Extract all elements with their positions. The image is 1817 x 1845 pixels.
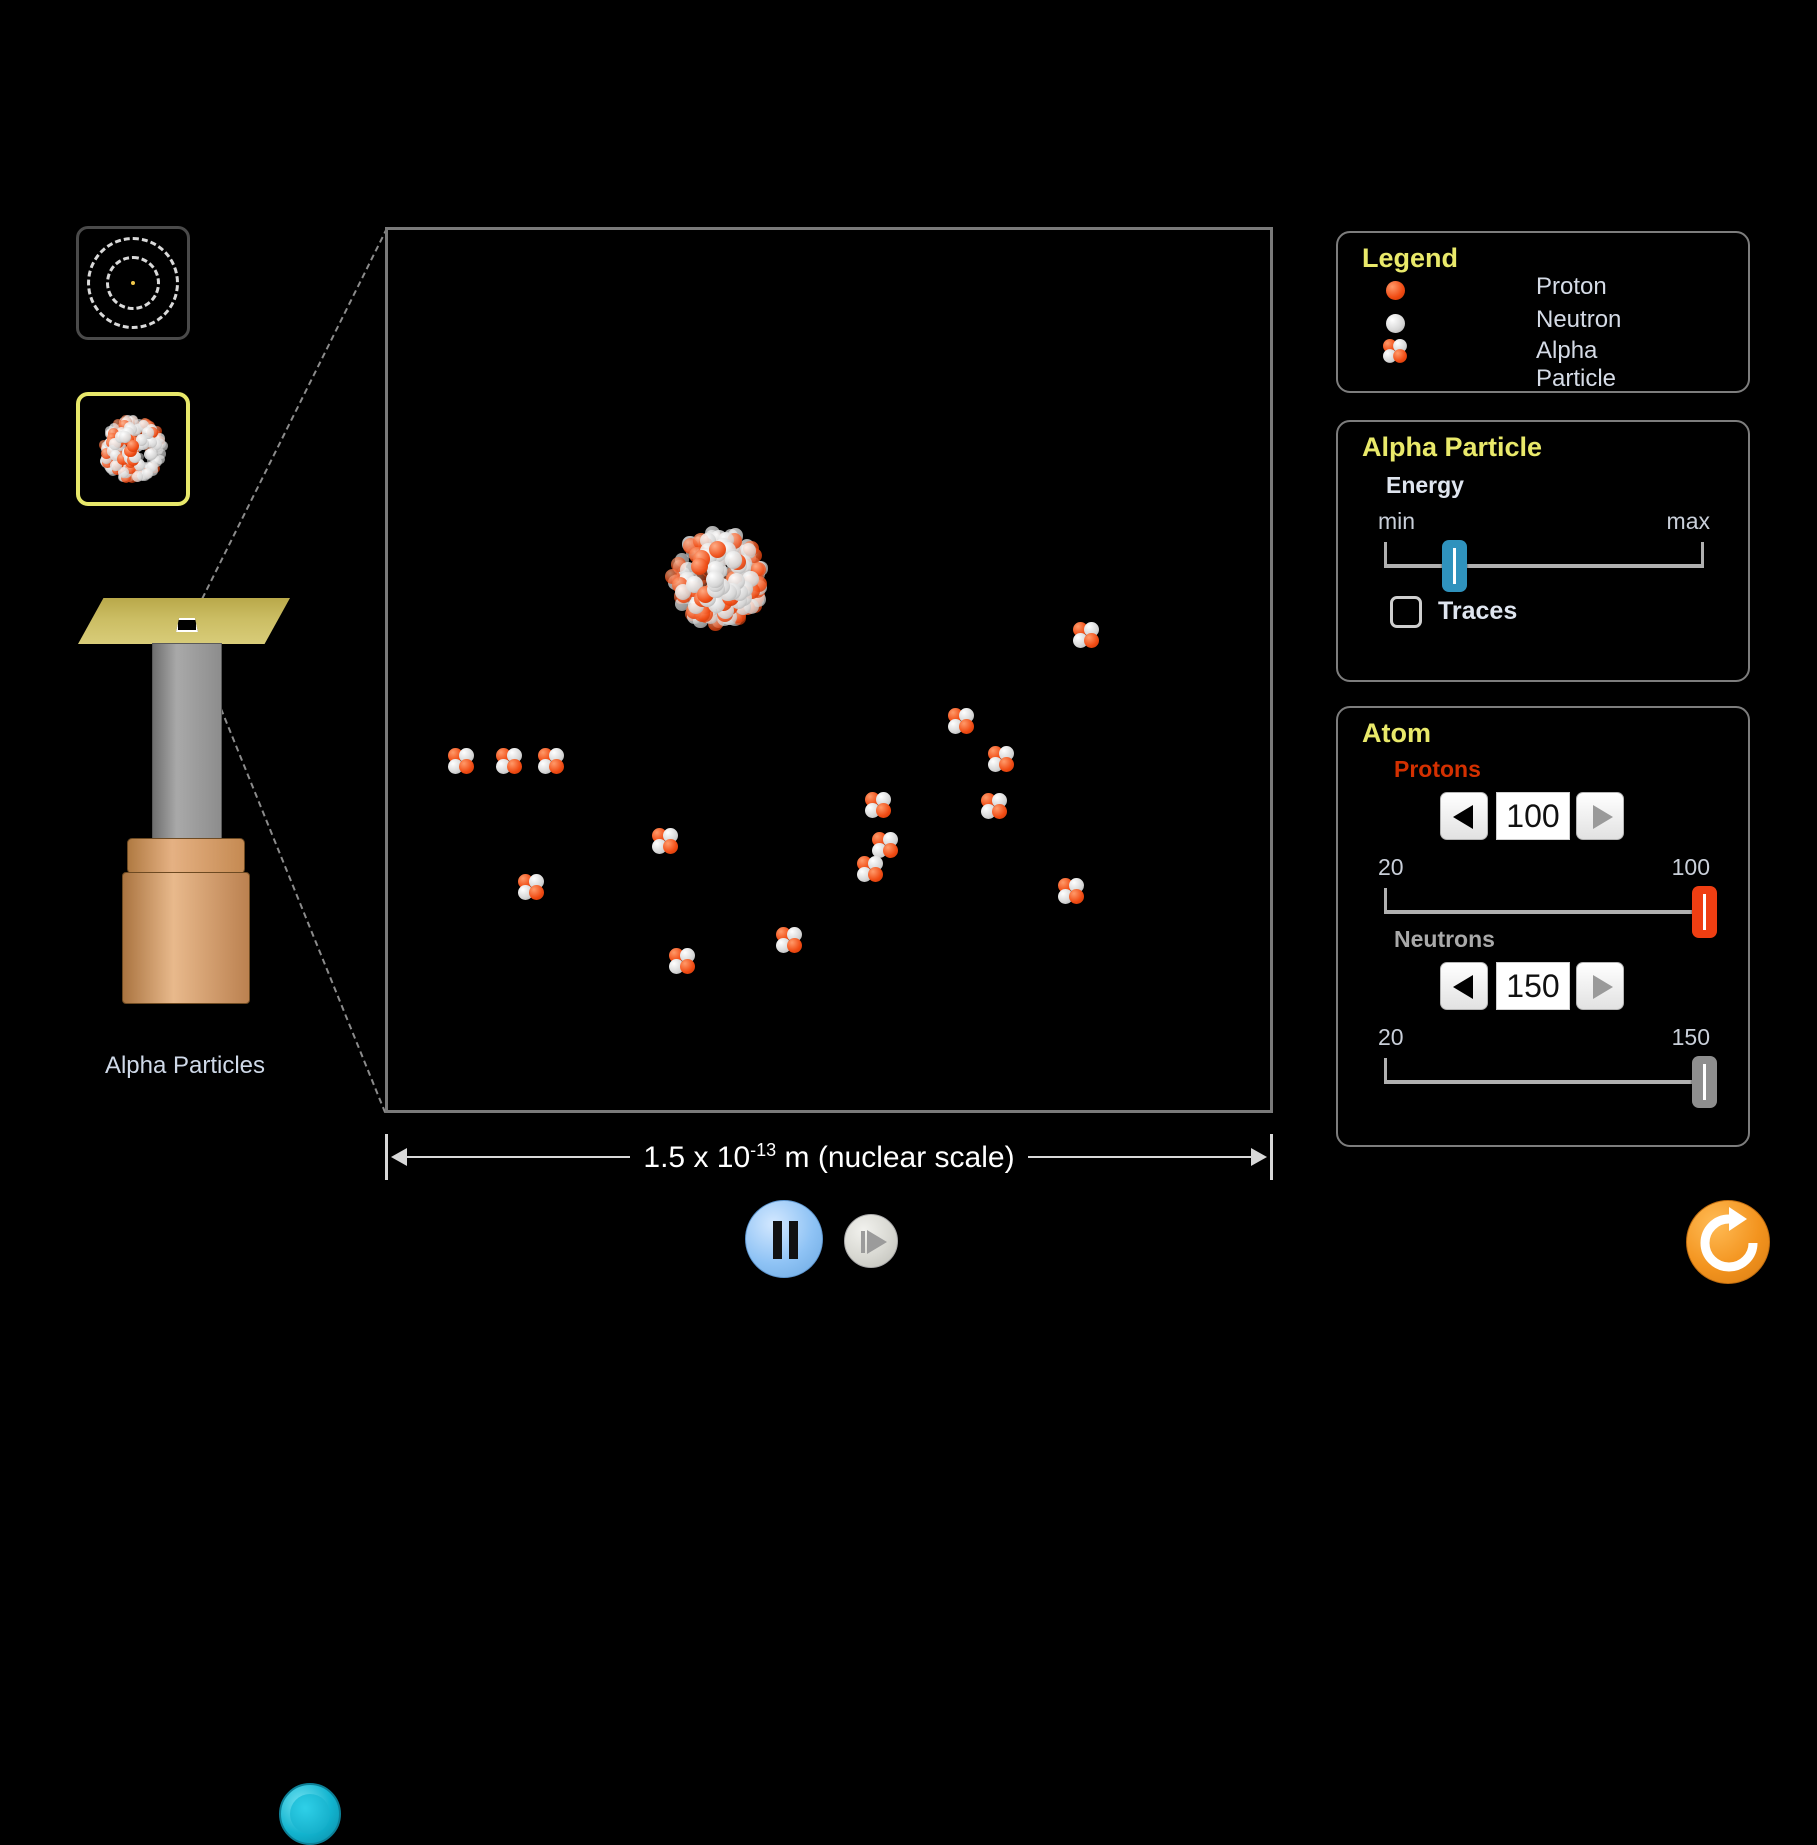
alpha-particle [988,746,1014,772]
scale-unit: m (nuclear scale) [776,1141,1015,1174]
projection-line-top [188,228,388,626]
protons-decrement-button[interactable] [1440,792,1488,840]
neutron-sphere [142,468,154,479]
simulation-stage: Alpha Particles 1.5 x 10-13 m (nuclear s… [0,0,1817,1845]
atom-panel: Atom Protons 100 20 100 Neutrons 150 20 … [1336,706,1750,1147]
neutron-dot-icon [1386,314,1405,333]
traces-label: Traces [1438,597,1518,625]
protons-min-label: 20 [1378,854,1404,880]
step-icon-bar [861,1231,865,1253]
gun-beam-tube [152,643,222,843]
legend-panel-title: Legend [1362,243,1459,273]
energy-slider-thumb[interactable] [1442,540,1468,592]
alpha-particle [448,748,474,774]
protons-slider-thumb[interactable] [1692,886,1717,938]
alpha-particle [857,856,883,882]
neutrons-value[interactable]: 150 [1496,962,1570,1010]
protons-slider[interactable]: 20 100 [1378,854,1717,938]
proton-dot-icon [1386,281,1405,300]
neutron-sphere [145,448,158,460]
alpha-particle [1058,878,1084,904]
reset-circular-arrow-icon [1700,1207,1758,1272]
atom-core-dot-icon [131,281,135,285]
nucleus-icon [80,396,186,502]
nuclear-scale-bar: 1.5 x 10-13 m (nuclear scale) [385,1128,1273,1186]
alpha-gun-fire-button[interactable] [279,1783,341,1845]
arrow-right-icon [1593,975,1613,999]
legend-item-label: Neutron [1536,306,1622,333]
alpha-particle [948,708,974,734]
neutrons-spinner[interactable]: 150 [1440,962,1624,1010]
pause-icon-bar-2 [789,1221,798,1259]
scale-exponent: -13 [750,1140,777,1160]
neutrons-decrement-button[interactable] [1440,962,1488,1010]
neutrons-max-label: 150 [1671,1024,1710,1050]
atom-panel-title: Atom [1362,718,1431,748]
energy-label: Energy [1386,472,1464,498]
legend-item-label: Alpha Particle [1536,337,1617,392]
pause-icon-bar-1 [773,1221,782,1259]
neutrons-increment-button[interactable] [1576,962,1624,1010]
arrow-left-icon [1453,975,1473,999]
alpha-particle-panel: Alpha Particle Energy min max Traces [1336,420,1750,682]
plum-pudding-model-thumbnail[interactable] [76,226,190,340]
legend-panel: Legend Proton Neutron Alpha Particle [1336,231,1750,393]
protons-slider-track[interactable] [1384,910,1704,914]
alpha-particle [1073,622,1099,648]
alpha-particle [865,792,891,818]
protons-value[interactable]: 100 [1496,792,1570,840]
alpha-particle [496,748,522,774]
gun-collar [127,838,245,874]
traces-checkbox[interactable] [1390,596,1422,628]
scale-label: 1.5 x 10-13 m (nuclear scale) [385,1140,1273,1175]
scale-value: 1.5 x 10 [643,1141,751,1174]
alpha-particle [518,874,544,900]
foil-target-marker [176,618,198,632]
neutrons-slider-track[interactable] [1384,1080,1704,1084]
alpha-particle [981,793,1007,819]
step-forward-button[interactable] [844,1214,898,1268]
neutrons-label: Neutrons [1394,926,1495,952]
alpha-particle-gun-body [122,872,341,1845]
energy-slider[interactable]: min max [1378,508,1710,592]
alpha-particle [652,828,678,854]
energy-min-label: min [1378,508,1416,534]
alpha-particle [872,832,898,858]
protons-label: Protons [1394,756,1481,782]
alpha-panel-title: Alpha Particle [1362,432,1543,462]
neutrons-min-label: 20 [1378,1024,1404,1050]
step-forward-icon [867,1230,887,1254]
rutherford-nucleus-model-thumbnail[interactable] [76,392,190,506]
arrow-right-icon [1593,805,1613,829]
alpha-particle-layer [388,230,1270,1110]
gun-label: Alpha Particles [104,1052,266,1079]
protons-spinner[interactable]: 100 [1440,792,1624,840]
neutrons-slider-thumb[interactable] [1692,1056,1717,1108]
protons-max-label: 100 [1671,854,1710,880]
alpha-particle-cluster-icon [1383,339,1407,363]
protons-increment-button[interactable] [1576,792,1624,840]
energy-slider-track[interactable] [1384,564,1704,568]
pause-button[interactable] [745,1200,823,1278]
alpha-particle [669,948,695,974]
legend-item-label: Proton [1536,273,1607,300]
arrow-left-icon [1453,805,1473,829]
energy-max-label: max [1666,508,1710,534]
scattering-view[interactable] [385,227,1273,1113]
neutrons-slider[interactable]: 20 150 [1378,1024,1717,1108]
alpha-particle [538,748,564,774]
reset-all-button[interactable] [1686,1200,1770,1284]
alpha-particle [776,927,802,953]
